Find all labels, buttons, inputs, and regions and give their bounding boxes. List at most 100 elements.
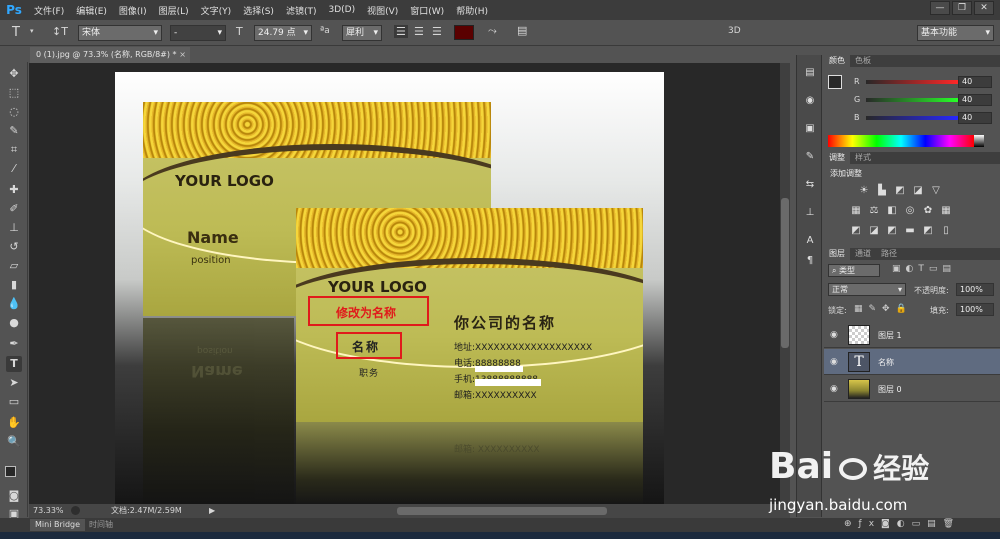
history-brush-tool-icon[interactable]: ↺ [6,239,22,255]
selective-color-icon[interactable]: ◩ [922,225,934,237]
tab-color[interactable]: 颜色 [824,55,850,67]
text-color-swatch[interactable] [454,25,474,40]
slider-track[interactable] [866,80,958,84]
layer-row[interactable]: ◉ 图层 0 [824,376,1000,402]
character-panel-icon[interactable]: ▤ [517,25,527,36]
font-style-select[interactable]: - ▾ [170,25,226,41]
actions-panel-icon[interactable]: ◉ [802,95,818,109]
visibility-eye-icon[interactable]: ◉ [830,384,838,394]
tab-layers[interactable]: 图层 [824,248,850,260]
lasso-tool-icon[interactable]: ◌ [6,104,22,120]
slider-value[interactable]: 40 [958,94,992,106]
font-size-select[interactable]: 24.79 点 ▾ [254,25,312,41]
layer-row[interactable]: ◉ 图层 1 [824,322,1000,348]
fill-input[interactable]: 100% [956,303,994,316]
clone-stamp-tool-icon[interactable]: ⊥ [6,220,22,236]
layer-filter-select[interactable]: ⌕ 类型 [828,264,880,277]
move-tool-icon[interactable]: ✥ [6,66,22,82]
gradient-tool-icon[interactable]: ▮ [6,277,22,293]
document-canvas[interactable]: Name position 邮箱: XXXXXXXXXX YOUR LOGO N… [115,72,664,504]
info-panel-icon[interactable]: ▣ [802,123,818,137]
quick-select-tool-icon[interactable]: ✎ [6,123,22,139]
rectangle-tool-icon[interactable]: ▭ [6,394,22,410]
marquee-tool-icon[interactable]: ⬚ [6,85,22,101]
color-bw-ramp[interactable] [974,135,984,147]
foreground-color-swatch[interactable] [5,466,16,477]
status-info-icon[interactable] [71,506,80,515]
paths-panel-icon[interactable]: ⇆ [802,179,818,193]
slider-red[interactable]: R 40 [854,76,994,89]
minimize-button[interactable]: — [930,1,950,15]
slider-value[interactable]: 40 [958,76,992,88]
levels-icon[interactable]: ▙ [876,185,888,197]
slider-blue[interactable]: B 40 [854,112,994,125]
menu-view[interactable]: 视图(V) [361,4,404,17]
align-right-icon[interactable]: ☰ [432,26,442,37]
document-tab[interactable]: 0 (1).jpg @ 73.3% (名称, RGB/8#) * × [30,47,190,63]
type-tool-icon[interactable]: T [12,26,20,39]
text-orientation-icon[interactable]: ↕T [52,26,68,37]
font-family-select[interactable]: 宋体 ▾ [78,25,162,41]
brightness-icon[interactable]: ☀ [858,185,870,197]
quick-mask-icon[interactable]: ◙ [6,488,22,504]
brush-presets-icon[interactable]: ✎ [802,151,818,165]
visibility-eye-icon[interactable]: ◉ [830,357,838,367]
exposure-icon[interactable]: ◪ [912,185,924,197]
posterize-icon[interactable]: ◪ [868,225,880,237]
history-panel-icon[interactable]: ▤ [802,67,818,81]
path-select-tool-icon[interactable]: ➤ [6,375,22,391]
canvas-area[interactable]: Name position 邮箱: XXXXXXXXXX YOUR LOGO N… [29,63,789,504]
layer-name[interactable]: 名称 [878,357,894,368]
align-left-icon[interactable]: ☰ [394,25,408,38]
tab-styles[interactable]: 样式 [850,152,876,164]
clone-source-icon[interactable]: ⊥ [802,207,818,221]
vibrance-icon[interactable]: ▽ [930,185,942,197]
dodge-tool-icon[interactable]: ● [6,315,22,331]
tab-timeline[interactable]: 时间轴 [84,519,118,531]
color-spectrum[interactable] [828,135,974,147]
curves-icon[interactable]: ◩ [894,185,906,197]
menu-3d[interactable]: 3D(D) [322,5,361,15]
photo-filter-icon[interactable]: ◎ [904,205,916,217]
layer-filter-icons[interactable]: ▣◐T▭▤ [892,264,956,274]
crop-tool-icon[interactable]: ⌗ [6,142,22,158]
lock-icons[interactable]: ▦✎✥🔒 [854,304,913,314]
zoom-level[interactable]: 73.33% [33,504,64,518]
workspace-select[interactable]: 基本功能 ▾ [917,25,994,41]
menu-edit[interactable]: 编辑(E) [70,4,113,17]
foreground-color-swatch[interactable] [828,75,842,89]
tab-mini-bridge[interactable]: Mini Bridge [30,519,86,531]
eyedropper-tool-icon[interactable]: ⁄ [6,161,22,177]
menu-file[interactable]: 文件(F) [28,4,70,17]
warp-text-icon[interactable]: ⤳ [488,25,497,36]
channel-mixer-icon[interactable]: ✿ [922,205,934,217]
eraser-tool-icon[interactable]: ▱ [6,258,22,274]
slider-value[interactable]: 40 [958,112,992,124]
layer-row-selected[interactable]: ◉ T 名称 [824,349,1000,375]
slider-green[interactable]: G 40 [854,94,994,107]
blend-mode-select[interactable]: 正常 ▾ [828,283,906,296]
layer-name[interactable]: 图层 0 [878,384,902,395]
color-balance-icon[interactable]: ⚖ [868,205,880,217]
menu-help[interactable]: 帮助(H) [450,4,494,17]
tool-preset-chevron-icon[interactable]: ▾ [30,28,34,35]
tab-channels[interactable]: 通道 [850,248,876,260]
slider-track[interactable] [866,116,958,120]
status-menu-arrow-icon[interactable]: ▶ [209,504,215,518]
hue-saturation-icon[interactable]: ▦ [850,205,862,217]
horizontal-scroll-thumb[interactable] [397,507,607,515]
color-lookup-icon[interactable]: ▦ [940,205,952,217]
zoom-tool-icon[interactable]: 🔍 [6,434,22,450]
align-center-icon[interactable]: ☰ [414,26,424,37]
vertical-scroll-thumb[interactable] [781,198,789,348]
pen-tool-icon[interactable]: ✒ [6,336,22,352]
card-front-name[interactable]: 名称 [352,338,380,355]
tab-swatches[interactable]: 色板 [850,55,876,67]
menu-select[interactable]: 选择(S) [237,4,280,17]
menu-type[interactable]: 文字(Y) [195,4,238,17]
hand-tool-icon[interactable]: ✋ [6,415,22,431]
brush-tool-icon[interactable]: ✐ [6,201,22,217]
black-white-icon[interactable]: ◧ [886,205,898,217]
opacity-input[interactable]: 100% [956,283,994,296]
gradient-map-icon[interactable]: ▬ [904,225,916,237]
